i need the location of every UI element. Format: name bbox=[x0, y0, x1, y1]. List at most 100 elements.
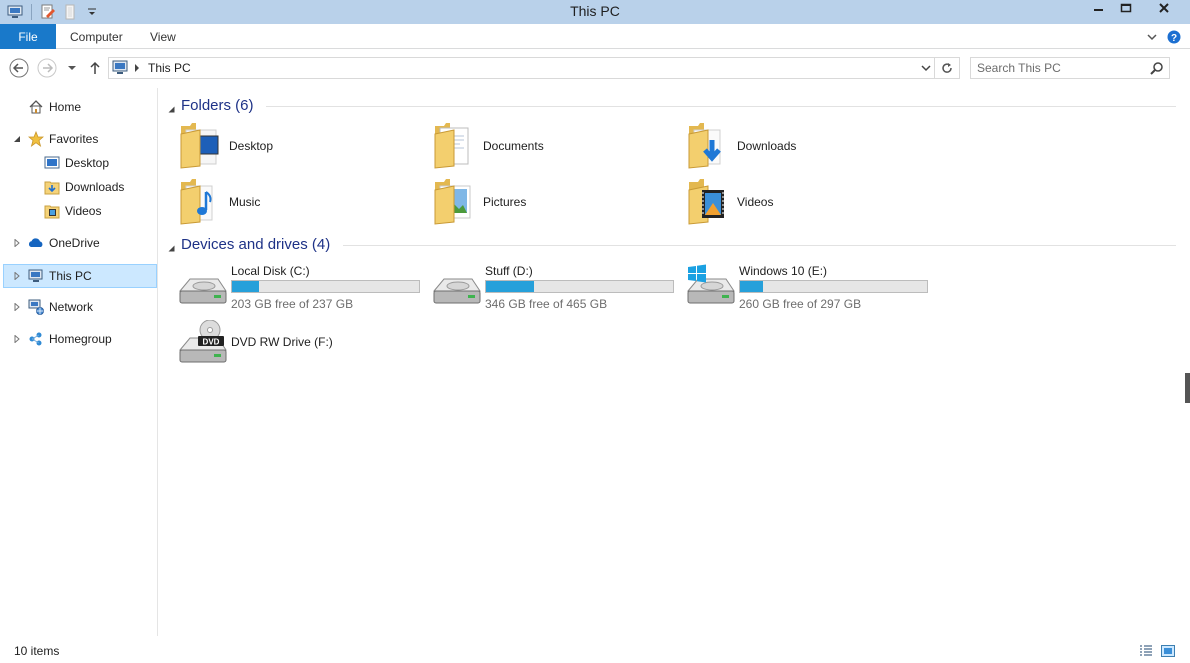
forward-button[interactable] bbox=[36, 57, 58, 79]
svg-text:?: ? bbox=[1171, 33, 1177, 44]
folder-name: Videos bbox=[737, 195, 774, 209]
nav-item-network[interactable]: Network bbox=[0, 296, 158, 318]
window-title: This PC bbox=[570, 3, 620, 19]
scroll-thumb[interactable] bbox=[1185, 373, 1190, 403]
maximize-button[interactable] bbox=[1112, 0, 1140, 16]
drives-group-title: Devices and drives (4) bbox=[181, 236, 331, 253]
this-pc-icon bbox=[112, 60, 130, 79]
folders-group-header[interactable]: Folders (6) bbox=[168, 96, 1176, 116]
drive-usage-bar bbox=[485, 280, 674, 293]
help-icon[interactable]: ? bbox=[1166, 29, 1182, 45]
drive-name: DVD RW Drive (F:) bbox=[231, 335, 333, 349]
drive-tile[interactable]: DVD DVD RW Drive (F:) bbox=[178, 319, 432, 370]
ribbon-tabs: File Computer View ? bbox=[0, 24, 1190, 49]
star-icon bbox=[27, 130, 45, 148]
nav-item-desktop[interactable]: Desktop bbox=[0, 152, 158, 174]
up-button[interactable] bbox=[84, 57, 106, 79]
right-edge bbox=[1182, 88, 1190, 636]
nav-label-homegroup: Homegroup bbox=[49, 332, 112, 346]
home-icon bbox=[28, 99, 44, 115]
nav-item-homegroup[interactable]: Homegroup bbox=[0, 328, 158, 350]
dvd-drive-icon: DVD bbox=[178, 319, 228, 366]
drive-usage-bar bbox=[231, 280, 420, 293]
folder-tile[interactable]: Desktop bbox=[178, 120, 428, 174]
recent-locations-icon[interactable] bbox=[61, 57, 83, 79]
folder-tile[interactable]: Downloads bbox=[686, 120, 936, 174]
search-icon[interactable] bbox=[1150, 61, 1164, 78]
folders-group-title: Folders (6) bbox=[181, 97, 254, 114]
drive-free-space: 260 GB free of 297 GB bbox=[739, 297, 862, 311]
back-button[interactable] bbox=[8, 57, 30, 79]
drive-name: Stuff (D:) bbox=[485, 264, 533, 278]
expand-arrow-icon[interactable] bbox=[12, 302, 22, 312]
hard-drive-icon bbox=[432, 263, 482, 309]
title-bar: This PC bbox=[0, 0, 1190, 24]
refresh-icon[interactable] bbox=[938, 59, 956, 77]
documents-folder-icon bbox=[432, 120, 478, 170]
tab-file[interactable]: File bbox=[0, 24, 56, 49]
expand-ribbon-icon[interactable] bbox=[1144, 29, 1160, 45]
nav-label-favorites: Favorites bbox=[49, 132, 99, 146]
drive-tile[interactable]: Windows 10 (E:) 260 GB free of 297 GB bbox=[686, 263, 940, 313]
group-divider bbox=[343, 245, 1176, 246]
svg-text:DVD: DVD bbox=[203, 338, 220, 347]
folder-name: Pictures bbox=[483, 195, 527, 209]
nav-item-home[interactable]: Home bbox=[0, 96, 158, 118]
expand-arrow-icon[interactable] bbox=[12, 271, 22, 281]
close-button[interactable] bbox=[1150, 0, 1178, 16]
drive-tile[interactable]: Stuff (D:) 346 GB free of 465 GB bbox=[432, 263, 686, 313]
nav-label-videos: Videos bbox=[65, 204, 102, 218]
homegroup-icon bbox=[28, 331, 44, 347]
nav-item-videos[interactable]: Videos bbox=[0, 200, 158, 222]
folder-name: Documents bbox=[483, 139, 544, 153]
nav-item-downloads[interactable]: Downloads bbox=[0, 176, 158, 198]
network-icon bbox=[28, 299, 44, 315]
explorer-window: This PC File Computer View ? This PC Sea… bbox=[0, 0, 1190, 663]
folder-tile[interactable]: Documents bbox=[432, 120, 682, 174]
hard-drive-icon bbox=[178, 263, 228, 309]
search-input[interactable] bbox=[977, 60, 1142, 76]
nav-label-this-pc: This PC bbox=[49, 269, 92, 283]
status-bar: 10 items bbox=[0, 640, 1190, 663]
desktop-icon bbox=[44, 155, 60, 171]
cloud-icon bbox=[28, 235, 44, 251]
nav-item-favorites[interactable]: Favorites bbox=[0, 128, 158, 150]
drive-name: Windows 10 (E:) bbox=[739, 264, 828, 278]
minimize-button[interactable] bbox=[1085, 0, 1113, 16]
folder-name: Desktop bbox=[229, 139, 274, 153]
search-box[interactable] bbox=[970, 57, 1170, 79]
collapse-arrow-icon[interactable] bbox=[168, 241, 175, 255]
videos-icon bbox=[44, 203, 60, 219]
details-view-icon[interactable] bbox=[1138, 643, 1154, 659]
content-pane: Folders (6) Desktop Documents Downloads bbox=[160, 88, 1182, 636]
address-bar[interactable]: This PC bbox=[108, 57, 960, 79]
nav-item-this-pc[interactable]: This PC bbox=[0, 265, 158, 287]
large-icons-view-icon[interactable] bbox=[1160, 643, 1176, 659]
windows-drive-icon bbox=[686, 263, 736, 309]
folder-tile[interactable]: Music bbox=[178, 176, 428, 230]
folder-tile[interactable]: Videos bbox=[686, 176, 936, 230]
nav-label-onedrive: OneDrive bbox=[49, 236, 100, 250]
expand-arrow-icon[interactable] bbox=[12, 238, 22, 248]
downloads-folder-icon bbox=[686, 120, 732, 170]
drive-tile[interactable]: Local Disk (C:) 203 GB free of 237 GB bbox=[178, 263, 432, 313]
folder-tile[interactable]: Pictures bbox=[432, 176, 682, 230]
address-dropdown-icon[interactable] bbox=[919, 61, 933, 75]
drive-usage-fill bbox=[232, 281, 259, 292]
tab-computer[interactable]: Computer bbox=[70, 24, 123, 49]
drive-usage-bar bbox=[739, 280, 928, 293]
collapse-arrow-icon[interactable] bbox=[12, 134, 22, 144]
nav-label-home: Home bbox=[49, 100, 82, 114]
group-divider bbox=[266, 106, 1176, 107]
drive-free-space: 203 GB free of 237 GB bbox=[231, 297, 354, 311]
item-count: 10 items bbox=[14, 644, 60, 658]
drives-group-header[interactable]: Devices and drives (4) bbox=[168, 235, 1176, 255]
nav-item-onedrive[interactable]: OneDrive bbox=[0, 232, 158, 254]
videos-folder-icon bbox=[686, 176, 732, 226]
collapse-arrow-icon[interactable] bbox=[168, 102, 175, 116]
tab-view[interactable]: View bbox=[150, 24, 176, 49]
downloads-icon bbox=[44, 179, 60, 195]
breadcrumb-chevron-icon[interactable] bbox=[133, 62, 141, 76]
expand-arrow-icon[interactable] bbox=[12, 334, 22, 344]
breadcrumb-this-pc[interactable]: This PC bbox=[148, 61, 191, 75]
